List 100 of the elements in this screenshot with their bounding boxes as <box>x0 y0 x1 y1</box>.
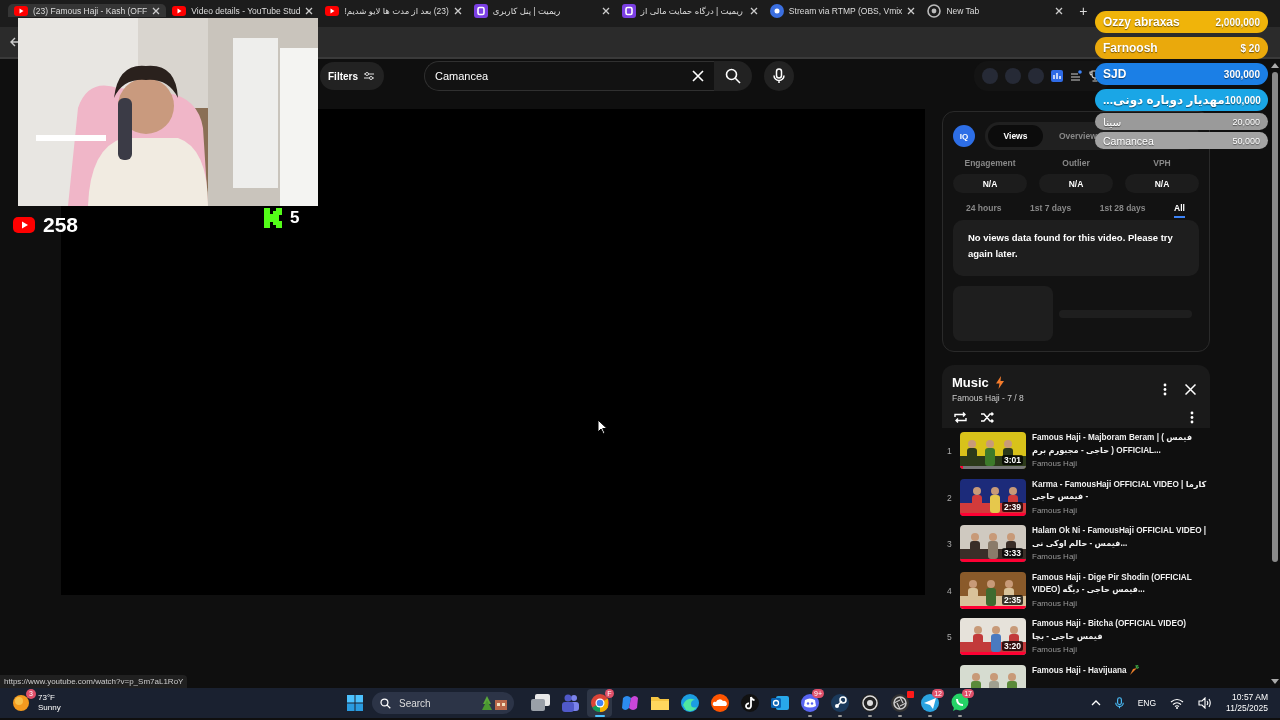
lightning-icon <box>995 376 1004 389</box>
microphone-icon[interactable] <box>1114 696 1124 710</box>
item-number: 4 <box>947 585 953 596</box>
square-logo-icon <box>621 3 636 18</box>
game-controller-icon <box>798 692 821 714</box>
sun-icon <box>12 694 30 712</box>
loop-icon[interactable] <box>953 411 968 424</box>
play-logo-icon <box>13 217 35 233</box>
channel-name: Famous Haji <box>1032 505 1078 515</box>
duration-label: 2:39 <box>1002 501 1023 512</box>
tab-title: Stream via RTMP (OBS, Vmix <box>788 5 903 16</box>
range-tab[interactable]: 1st 28 days <box>1099 203 1146 218</box>
k-logo-icon <box>264 208 282 228</box>
donor-name: SJD <box>1103 67 1127 81</box>
clock-time[interactable]: 10:57 AM <box>1232 692 1268 703</box>
channel-name: Famous Haji <box>1032 645 1078 655</box>
search-icon <box>380 697 391 709</box>
close-icon[interactable] <box>601 6 610 15</box>
viewer-count: 5 <box>290 208 300 228</box>
avatar-placeholder <box>982 68 998 84</box>
close-icon[interactable] <box>907 6 916 15</box>
browser-tab[interactable]: Video details - YouTube Stud <box>166 4 320 17</box>
search-field[interactable]: Camancea <box>424 61 714 91</box>
channel-name: Famous Haji <box>1032 598 1078 608</box>
metric-value: N/A <box>1125 174 1199 193</box>
duration-label: 2:35 <box>1002 594 1023 605</box>
video-title: Halam Ok Ni - FamousHaji OFFICIAL VIDEO | فیمس - حالم اوکی نی... <box>1032 525 1208 551</box>
search-button[interactable] <box>714 61 752 91</box>
tab[interactable]: Overview <box>1057 125 1099 147</box>
shuffle-icon[interactable] <box>980 411 995 424</box>
close-icon[interactable] <box>1055 6 1064 15</box>
close-icon[interactable] <box>453 6 462 15</box>
language-indicator[interactable]: ENG <box>1137 698 1157 708</box>
microphone-icon <box>773 68 785 84</box>
chevron-up-icon[interactable] <box>1090 700 1101 706</box>
metric-label: Engagement <box>964 158 1016 168</box>
donation-amount: 20,000 <box>1232 116 1260 127</box>
metric-value: N/A <box>953 174 1027 193</box>
donor-name: مهدیار دوباره دونی... <box>1103 93 1225 107</box>
chart-square-icon[interactable] <box>1051 70 1063 82</box>
metric-label: Outlier <box>1062 158 1090 168</box>
filters-button[interactable]: Filters <box>320 62 384 90</box>
item-number: 5 <box>947 632 953 643</box>
range-tab[interactable]: 1st 7 days <box>1030 203 1072 218</box>
piston-circle-icon <box>828 692 851 714</box>
browser-tab[interactable]: (23) Famous Haji - Kash (OFF <box>8 4 167 17</box>
wifi-icon[interactable] <box>1170 697 1185 709</box>
item-number: 3 <box>947 539 953 550</box>
item-number: 2 <box>947 492 953 503</box>
play-logo-icon <box>325 3 340 18</box>
donation-amount: 100,000 <box>1224 94 1261 106</box>
scrollbar-thumb[interactable] <box>1272 72 1278 562</box>
close-icon[interactable] <box>305 6 314 15</box>
channel-name: Famous Haji <box>1032 459 1078 468</box>
tab[interactable]: Views <box>988 125 1043 147</box>
donor-name: Ozzy abraxas <box>1103 15 1180 29</box>
duration-label: 3:20 <box>1002 641 1023 652</box>
donation-amount: $ 20 <box>1240 42 1260 54</box>
close-icon[interactable] <box>749 6 758 15</box>
mouse-pointer-icon <box>597 419 608 435</box>
browser-tab[interactable]: ریمیت | درگاه حمایت مالی از <box>615 4 764 17</box>
donor-name: Camancea <box>1103 134 1154 147</box>
more-options-icon[interactable] <box>1163 383 1167 396</box>
clock-date[interactable]: 11/25/2025 <box>1226 703 1268 714</box>
video-title: Karma - FamousHaji OFFICIAL VIDEO | کارما - فیمس حاجی <box>1032 478 1208 504</box>
video-title: Famous Haji - Havijuana <box>1032 664 1127 677</box>
round-logo-icon <box>769 3 784 18</box>
playlist-subtitle: Famous Haji - 7 / 8 <box>952 393 1025 403</box>
list-icon[interactable] <box>1070 70 1082 82</box>
music-note-icon <box>738 692 761 714</box>
channel-name: Famous Haji <box>1032 552 1078 562</box>
browser-tab[interactable]: Stream via RTMP (OBS, Vmix <box>763 4 922 17</box>
new-tab-button[interactable]: + <box>1073 4 1094 18</box>
close-icon[interactable] <box>152 6 161 15</box>
empty-state-message: No views data found for this video. Please try again later. <box>968 231 1174 261</box>
search-field[interactable]: Search <box>372 692 514 714</box>
square-logo-icon <box>473 3 488 18</box>
browser-tab[interactable]: New Tab <box>921 4 1070 17</box>
speaker-icon[interactable] <box>1198 697 1213 709</box>
tab-title: (23) Famous Haji - Kash (OFF <box>33 5 148 16</box>
browser-tab[interactable]: (23) بعد از مدت ها لایو شدیم! <box>319 4 468 17</box>
video-title: Famous Haji - Bitcha (OFFICIAL VIDEO) فیمس حاجی - بچا <box>1032 618 1188 644</box>
range-tab[interactable]: All <box>1174 203 1185 218</box>
weather-condition: Sunny <box>38 703 61 713</box>
duration-label: 3:01 <box>1002 455 1023 465</box>
play-logo-icon <box>14 3 28 18</box>
avatar-placeholder <box>1005 68 1021 84</box>
paper-plane-icon <box>918 692 941 714</box>
sliders-icon <box>364 71 374 81</box>
tab-title: (23) بعد از مدت ها لایو شدیم! <box>344 5 449 16</box>
donation-amount: 300,000 <box>1223 68 1260 80</box>
voice-search-button[interactable] <box>764 61 794 91</box>
windows-logo-icon[interactable] <box>347 695 363 711</box>
tab-title: ریمیت | پنل کاربری <box>492 5 562 16</box>
playlist-title: Music <box>952 375 989 390</box>
duration-label: 3:33 <box>1002 548 1023 559</box>
ring-icon <box>858 692 881 714</box>
range-tab[interactable]: 24 hours <box>966 203 1002 218</box>
browser-tab[interactable]: ریمیت | پنل کاربری <box>467 4 616 17</box>
more-options-icon[interactable] <box>1190 411 1194 424</box>
